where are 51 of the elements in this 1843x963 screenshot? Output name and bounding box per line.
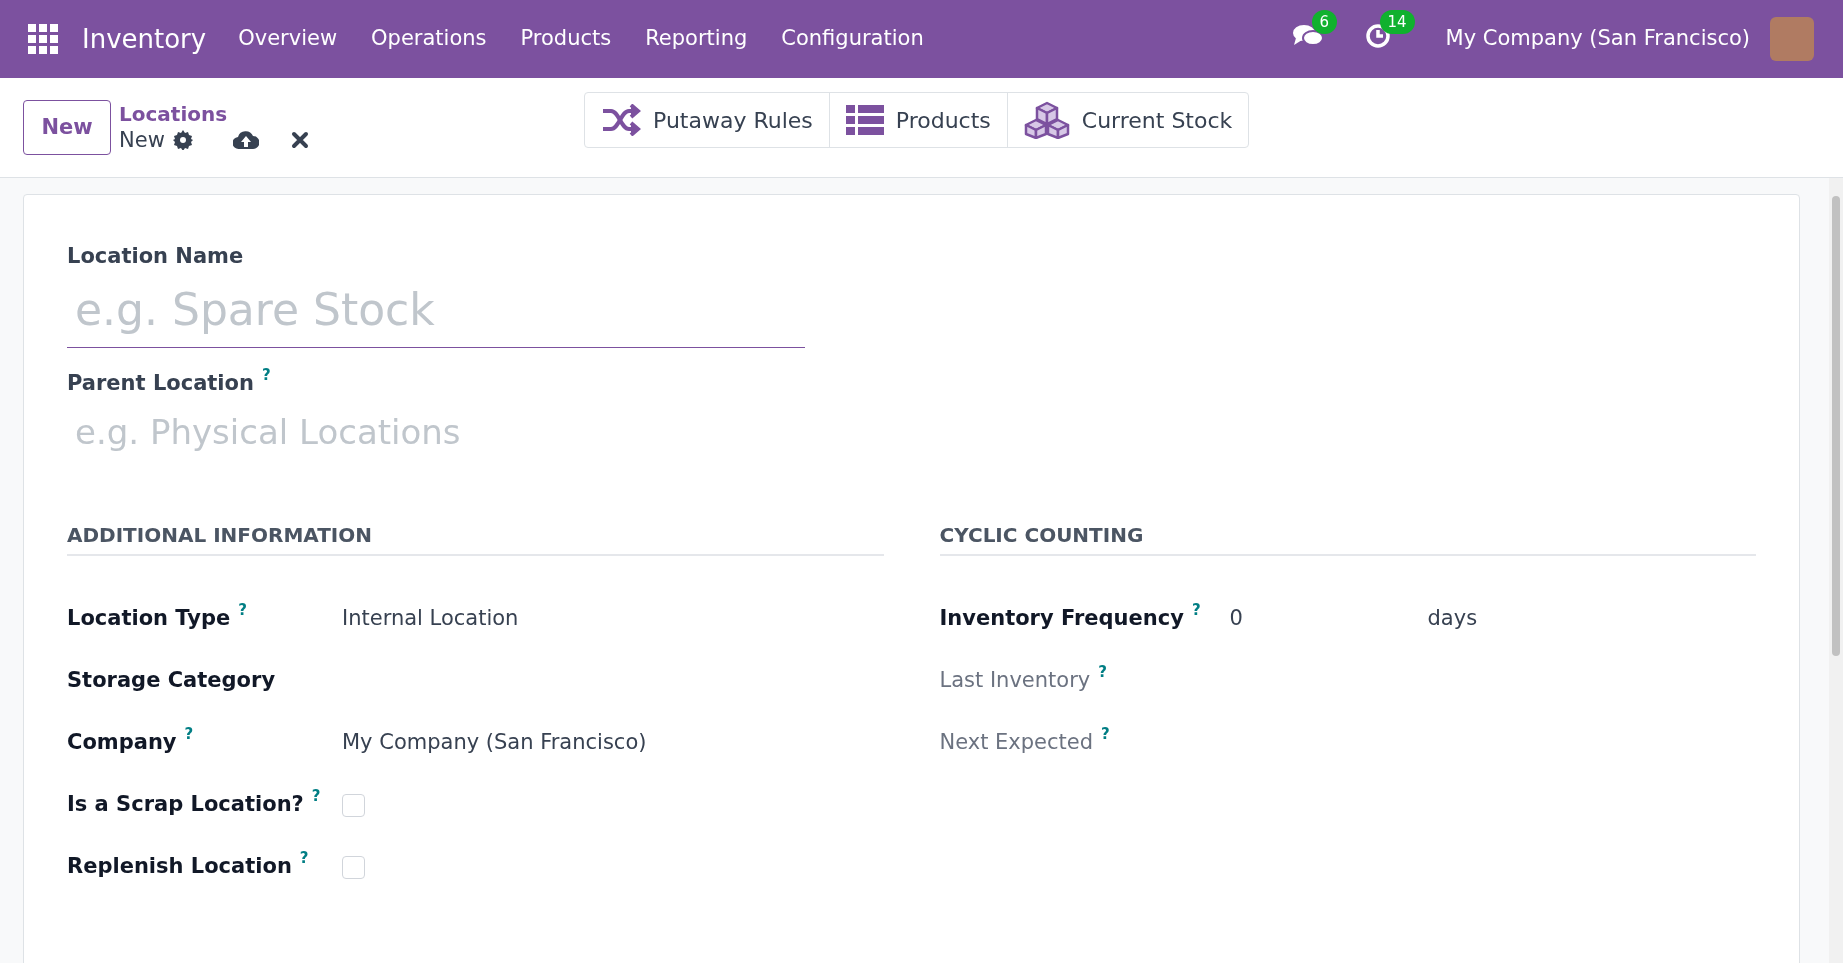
smart-button[interactable]: Putaway Rules — [585, 93, 829, 147]
field-label: Location Name — [67, 243, 245, 270]
number-field[interactable]: 0 — [1229, 603, 1428, 635]
smart-button[interactable]: Current Stock — [1006, 93, 1249, 147]
close-icon[interactable] — [290, 130, 309, 149]
help-tooltip-icon[interactable]: ? — [299, 851, 309, 867]
name-input-field[interactable]: e.g. Spare Stock — [67, 276, 805, 348]
app-menu-icon[interactable] — [28, 24, 58, 54]
menu-item[interactable]: Overview — [238, 23, 338, 55]
field-label: Replenish Location — [67, 853, 292, 881]
app-title[interactable]: Inventory — [82, 19, 207, 59]
checkbox[interactable] — [342, 793, 365, 817]
message-count-badge: 6 — [1311, 9, 1338, 34]
field-label: Is a Scrap Location? — [67, 791, 304, 819]
breadcrumb-link[interactable]: Locations — [119, 101, 309, 126]
help-tooltip-icon[interactable]: ? — [238, 603, 247, 619]
field-value[interactable]: My Company (San Francisco) — [342, 727, 647, 759]
section-heading: ADDITIONAL INFORMATION — [67, 520, 884, 556]
list-icon — [845, 105, 884, 135]
unit-label: days — [1427, 605, 1478, 633]
menu-item[interactable]: Reporting — [645, 23, 748, 55]
field-label: Location Type — [67, 605, 231, 633]
field-label: Company — [67, 729, 177, 757]
shuffle-arrows-icon — [601, 104, 641, 136]
activity-count-badge: 14 — [1379, 9, 1415, 34]
menu-item[interactable]: Products — [520, 23, 612, 55]
field-label: Parent Location — [67, 369, 254, 397]
company-name[interactable]: My Company (San Francisco) — [1445, 23, 1750, 55]
help-tooltip-icon[interactable]: ? — [1098, 665, 1107, 681]
checkbox[interactable] — [342, 855, 365, 879]
parent-location-input-field[interactable]: e.g. Physical Locations — [67, 407, 805, 458]
cloud-upload-icon[interactable] — [232, 129, 259, 150]
help-tooltip-icon[interactable]: ? — [1191, 603, 1201, 619]
field-value[interactable]: Internal Location — [342, 603, 519, 635]
field-label: Inventory Frequency — [939, 605, 1184, 633]
help-tooltip-icon[interactable]: ? — [261, 367, 271, 383]
cubes-icon — [1023, 101, 1070, 139]
scrollbar[interactable] — [1829, 178, 1843, 963]
help-tooltip-icon[interactable]: ? — [311, 789, 321, 805]
field-label: Storage Category — [67, 667, 276, 695]
menu-item[interactable]: Configuration — [781, 23, 924, 55]
menu-item[interactable]: Operations — [371, 23, 487, 55]
record-title: New — [119, 126, 165, 154]
smart-button[interactable]: Products — [828, 93, 1007, 147]
new-button[interactable]: New — [23, 100, 111, 155]
field-label: Next Expected — [939, 729, 1094, 757]
help-tooltip-icon[interactable]: ? — [184, 727, 194, 743]
settings-icon[interactable] — [172, 129, 193, 150]
field-label: Last Inventory — [939, 667, 1091, 695]
section-heading: CYCLIC COUNTING — [939, 520, 1756, 556]
help-tooltip-icon[interactable]: ? — [1101, 727, 1110, 743]
